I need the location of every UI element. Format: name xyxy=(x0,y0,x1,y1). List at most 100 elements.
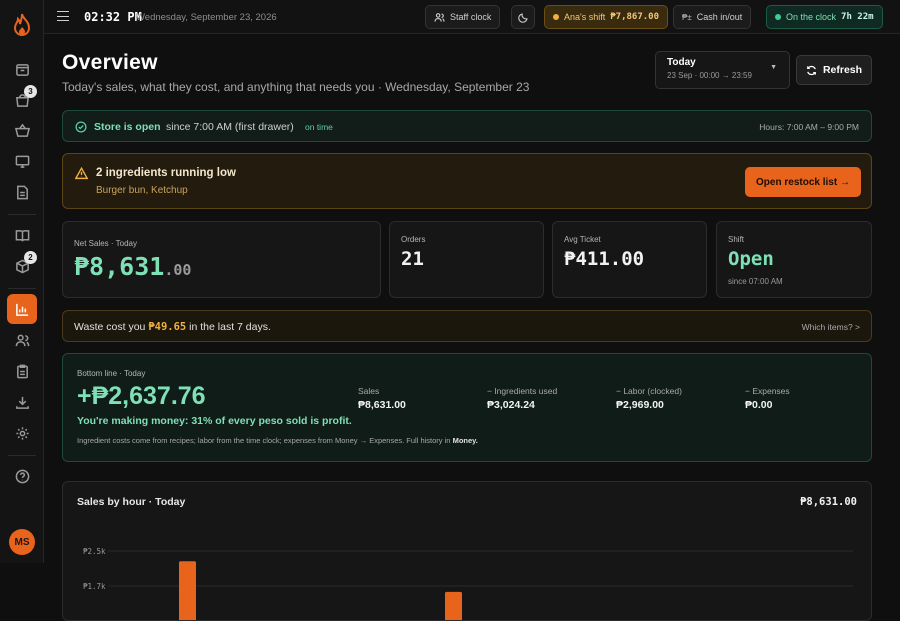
shift-label: Ana's shift xyxy=(564,12,606,22)
breakdown-label: − Labor (clocked) xyxy=(616,386,682,396)
users-icon xyxy=(434,12,445,22)
avg-ticket-label: Avg Ticket xyxy=(564,235,601,244)
y-tick-label: ₱1.7k xyxy=(83,582,106,591)
bottom-line-label: Bottom line · Today xyxy=(77,369,146,378)
net-sales-cents: .00 xyxy=(164,261,192,279)
breakdown-label: − Ingredients used xyxy=(487,386,558,396)
breakdown-sales: Sales ₱8,631.00 xyxy=(358,386,406,411)
y-tick-label: ₱2.5k xyxy=(83,547,106,556)
page-title: Overview xyxy=(62,51,158,74)
breakdown-ingredients: − Ingredients used ₱3,024.24 xyxy=(487,386,557,411)
orders-card: Orders 21 xyxy=(389,221,544,298)
nav-staff-icon[interactable] xyxy=(7,325,37,355)
shift-status-dot xyxy=(553,14,559,20)
shift-card-sub: since 07:00 AM xyxy=(728,277,783,286)
store-since: since 7:00 AM (first drawer) xyxy=(166,121,294,133)
nav-register-icon[interactable] xyxy=(7,54,37,84)
on-the-clock-button[interactable]: On the clock 7h 22m xyxy=(766,5,883,29)
open-restock-button[interactable]: Open restock list → xyxy=(745,167,861,197)
bottom-line-message: You're making money: 31% of every peso s… xyxy=(77,415,352,427)
nav-inventory-icon[interactable]: 2 xyxy=(7,251,37,281)
user-avatar[interactable]: MS xyxy=(9,529,35,555)
date-range-select[interactable]: Today 23 Sep · 00:00 → 23:59 ▼ xyxy=(655,51,790,89)
moon-icon xyxy=(517,12,528,23)
net-sales-label: Net Sales · Today xyxy=(74,239,137,248)
nav-download-icon[interactable] xyxy=(7,387,37,417)
breakdown-label: Sales xyxy=(358,386,380,396)
waste-banner: Waste cost you ₱49.65 in the last 7 days… xyxy=(62,310,872,342)
nav-basket-icon[interactable] xyxy=(7,115,37,145)
flame-logo-icon[interactable] xyxy=(11,13,33,39)
store-status: Store is open xyxy=(94,121,161,133)
shift-card: Shift Open since 07:00 AM xyxy=(716,221,872,298)
topbar: 02:32 PM Wednesday, September 23, 2026 S… xyxy=(44,0,900,34)
refresh-button[interactable]: Refresh xyxy=(796,55,872,85)
breakdown-value: ₱3,024.24 xyxy=(487,399,535,411)
sales-chart-svg: ₱2.5k ₱1.7k xyxy=(83,547,853,620)
net-sales-main: ₱8,631 xyxy=(74,252,165,281)
orders-badge: 3 xyxy=(24,85,37,98)
nav-help-icon[interactable] xyxy=(7,461,37,491)
store-status-banner: Store is open since 7:00 AM (first drawe… xyxy=(62,110,872,142)
cash-label: Cash in/out xyxy=(696,12,743,22)
waste-suffix: in the last 7 days. xyxy=(189,321,271,333)
bottom-line-value: +₱2,637.76 xyxy=(77,382,206,410)
nav-book-icon[interactable] xyxy=(7,220,37,250)
bottom-line-note: Ingredient costs come from recipes; labo… xyxy=(77,436,478,445)
page-subtitle: Today's sales, what they cost, and anyth… xyxy=(62,80,530,94)
nav-orders-icon[interactable]: 3 xyxy=(7,85,37,115)
waste-text: Waste cost you ₱49.65 in the last 7 days… xyxy=(74,321,271,333)
sidebar-divider xyxy=(8,455,36,456)
which-items-link[interactable]: Which items? > xyxy=(802,322,860,332)
avg-ticket-card: Avg Ticket ₱411.00 xyxy=(552,221,707,298)
shift-button[interactable]: Ana's shift ₱7,867.00 xyxy=(544,5,669,29)
inventory-badge: 2 xyxy=(24,251,37,264)
menu-icon[interactable] xyxy=(57,11,69,21)
sales-bar[interactable] xyxy=(445,591,462,620)
theme-toggle-button[interactable] xyxy=(511,5,535,29)
sidebar-divider xyxy=(8,214,36,215)
low-stock-items: Burger bun, Ketchup xyxy=(96,185,188,196)
peso-plusminus-icon: ₱± xyxy=(682,12,692,22)
waste-prefix: Waste cost you xyxy=(74,321,146,333)
staff-clock-label: Staff clock xyxy=(450,12,492,22)
range-title: Today xyxy=(667,57,696,68)
shift-card-label: Shift xyxy=(728,235,745,244)
avg-ticket-value: ₱411.00 xyxy=(564,248,645,270)
sales-bar[interactable] xyxy=(179,561,196,620)
nav-clipboard-icon[interactable] xyxy=(7,356,37,386)
check-circle-icon xyxy=(75,121,87,133)
cash-in-out-button[interactable]: ₱± Cash in/out xyxy=(673,5,752,29)
chevron-down-icon: ▼ xyxy=(770,64,777,71)
clock-duration: 7h 22m xyxy=(841,12,874,22)
staff-clock-button[interactable]: Staff clock xyxy=(425,5,501,29)
warning-icon xyxy=(75,167,88,180)
current-date: Wednesday, September 23, 2026 xyxy=(136,12,277,23)
breakdown-labor: − Labor (clocked) ₱2,969.00 xyxy=(616,386,682,411)
bottom-line-card: Bottom line · Today +₱2,637.76 You're ma… xyxy=(62,353,872,462)
breakdown-label: − Expenses xyxy=(745,386,790,396)
nav-display-icon[interactable] xyxy=(7,146,37,176)
nav-document-icon[interactable] xyxy=(7,177,37,207)
breakdown-expenses: − Expenses ₱0.00 xyxy=(745,386,790,411)
note-prefix: Ingredient costs come from recipes; labo… xyxy=(77,436,451,445)
nav-reports-icon[interactable] xyxy=(7,294,37,324)
breakdown-value: ₱8,631.00 xyxy=(358,399,406,411)
net-sales-card: Net Sales · Today ₱8,631.00 xyxy=(62,221,381,298)
low-stock-title: 2 ingredients running low xyxy=(96,167,236,179)
current-time: 02:32 PM xyxy=(84,10,142,24)
net-sales-value: ₱8,631.00 xyxy=(74,252,191,281)
refresh-label: Refresh xyxy=(822,64,863,76)
clock-status-dot xyxy=(775,14,781,20)
money-link[interactable]: Money. xyxy=(453,436,478,445)
nav-settings-icon[interactable] xyxy=(7,418,37,448)
sidebar-divider xyxy=(8,288,36,289)
shift-card-value: Open xyxy=(728,248,774,270)
shift-amount: ₱7,867.00 xyxy=(610,12,660,22)
clock-label: On the clock xyxy=(786,12,837,22)
store-hours: Hours: 7:00 AM – 9:00 PM xyxy=(759,122,859,132)
refresh-icon xyxy=(807,65,816,75)
breakdown-value: ₱2,969.00 xyxy=(616,399,664,411)
low-stock-alert: 2 ingredients running low Burger bun, Ke… xyxy=(62,153,872,209)
waste-amount: ₱49.65 xyxy=(148,321,187,333)
